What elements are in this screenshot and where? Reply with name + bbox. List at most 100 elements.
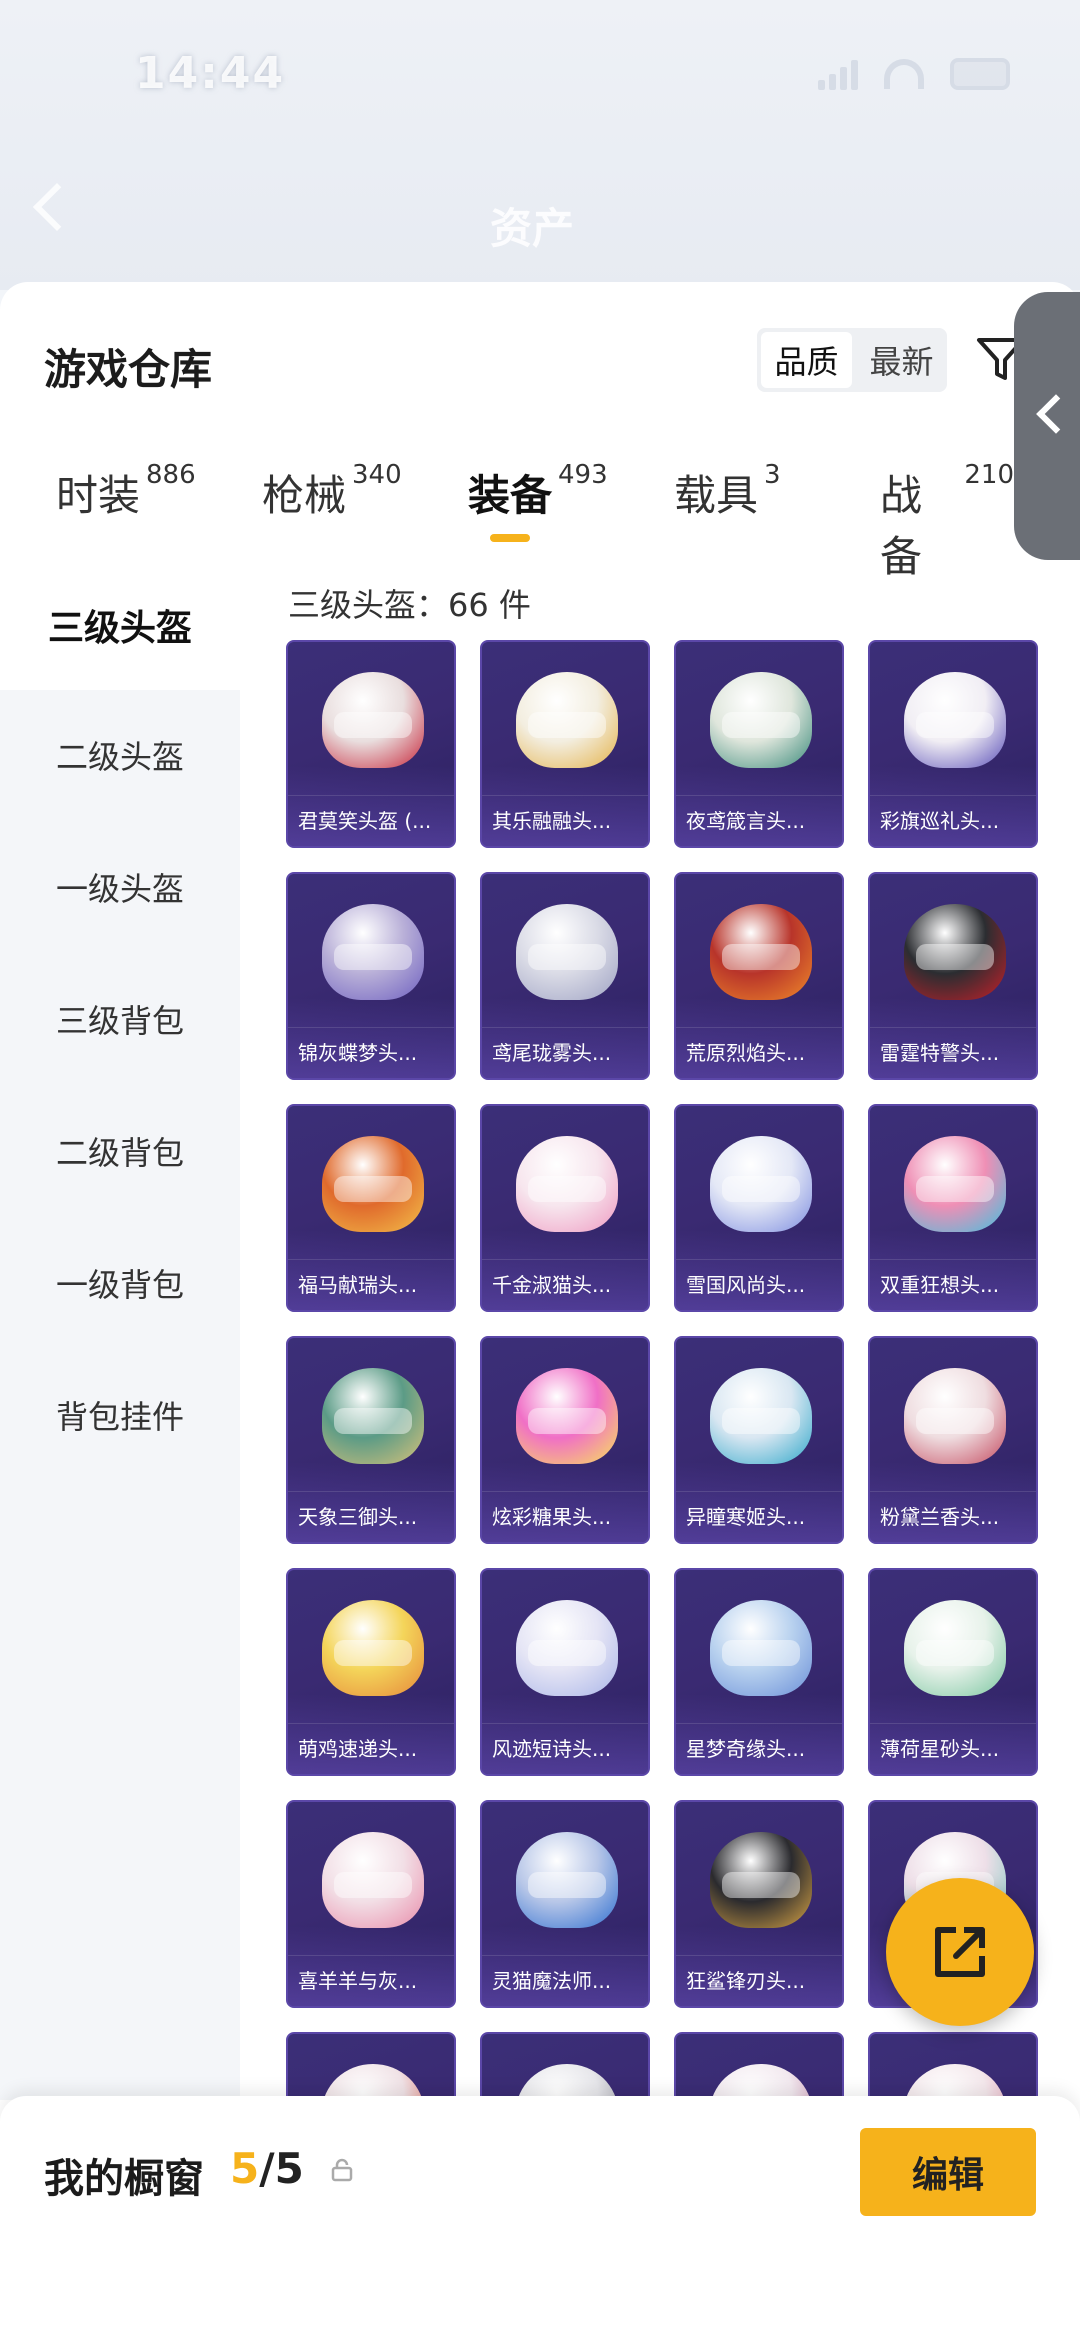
- card-divider: [676, 1723, 842, 1724]
- tab-fashion[interactable]: 时装 886: [56, 460, 196, 523]
- card-divider: [676, 795, 842, 796]
- wifi-icon: [884, 59, 924, 89]
- item-card[interactable]: 千金淑猫头...: [480, 1104, 650, 1312]
- helmet-image: [904, 2064, 1006, 2100]
- item-card[interactable]: 薄荷星砂头...: [868, 1568, 1038, 1776]
- item-name: 锦灰蝶梦头...: [298, 1041, 418, 1065]
- tab-guns[interactable]: 枪械 340: [262, 460, 402, 523]
- item-card[interactable]: 异瞳寒姬头...: [674, 1336, 844, 1544]
- helmet-visor: [528, 944, 606, 970]
- sidebar-item-backpack-charm[interactable]: 背包挂件: [0, 1350, 240, 1480]
- item-name: 星梦奇缘头...: [686, 1737, 806, 1761]
- sidebar-item-level1-backpack[interactable]: 一级背包: [0, 1218, 240, 1348]
- showcase-bar: 我的橱窗 5/5 编辑: [0, 2096, 1080, 2341]
- tab-equipment[interactable]: 装备 493: [468, 460, 608, 523]
- item-name: 天象三御头...: [298, 1505, 418, 1529]
- item-card[interactable]: 星梦奇缘头...: [674, 1568, 844, 1776]
- item-card[interactable]: 君莫笑头盔 (...: [286, 640, 456, 848]
- item-grid: 君莫笑头盔 (... 其乐融融头... 夜鸢箴言头... 彩旗巡礼头... 锦灰蝶梦头.…: [286, 640, 1046, 2100]
- helmet-visor: [528, 1872, 606, 1898]
- sidebar-item-level2-backpack[interactable]: 二级背包: [0, 1086, 240, 1216]
- helmet-image: [516, 2064, 618, 2100]
- item-card[interactable]: 喜羊羊与灰...: [286, 1800, 456, 2008]
- tab-label: 装备: [468, 471, 553, 520]
- card-divider: [870, 795, 1036, 796]
- item-card[interactable]: [674, 2032, 844, 2100]
- item-card[interactable]: 风迹短诗头...: [480, 1568, 650, 1776]
- card-divider: [288, 1955, 454, 1956]
- item-card[interactable]: 天象三御头...: [286, 1336, 456, 1544]
- card-divider: [482, 1491, 648, 1492]
- card-divider: [676, 1027, 842, 1028]
- category-sidebar: 三级头盔 二级头盔 一级头盔 三级背包 二级背包 一级背包 背包挂件: [0, 560, 240, 2100]
- tab-battle-gear[interactable]: 战备 210: [880, 460, 1014, 584]
- chevron-left-icon: [1036, 394, 1076, 434]
- edit-button[interactable]: 编辑: [860, 2128, 1036, 2216]
- sidebar-item-level2-helmet[interactable]: 二级头盔: [0, 690, 240, 820]
- helmet-visor: [722, 1176, 800, 1202]
- tab-count: 493: [558, 460, 608, 490]
- item-card[interactable]: 锦灰蝶梦头...: [286, 872, 456, 1080]
- sort-option-quality[interactable]: 品质: [761, 332, 852, 388]
- sidebar-item-level3-backpack[interactable]: 三级背包: [0, 954, 240, 1084]
- helmet-visor: [334, 1408, 412, 1434]
- header-backdrop: 14:44 资产: [0, 0, 1080, 290]
- item-card[interactable]: 狂鲨锋刃头...: [674, 1800, 844, 2008]
- side-drawer-handle[interactable]: [1014, 292, 1080, 560]
- sidebar-item-level3-helmet[interactable]: 三级头盔: [0, 560, 240, 690]
- card-divider: [288, 795, 454, 796]
- helmet-visor: [916, 1640, 994, 1666]
- helmet-visor: [334, 712, 412, 738]
- helmet-visor: [334, 1176, 412, 1202]
- item-name: 喜羊羊与灰...: [298, 1969, 418, 1993]
- item-name: 夜鸢箴言头...: [686, 809, 806, 833]
- helmet-visor: [334, 1640, 412, 1666]
- card-divider: [288, 1027, 454, 1028]
- item-name: 双重狂想头...: [880, 1273, 1000, 1297]
- item-card[interactable]: 夜鸢箴言头...: [674, 640, 844, 848]
- helmet-visor: [916, 1176, 994, 1202]
- item-card[interactable]: 其乐融融头...: [480, 640, 650, 848]
- card-divider: [482, 1723, 648, 1724]
- item-card[interactable]: 鸢尾珑雾头...: [480, 872, 650, 1080]
- helmet-visor: [528, 1176, 606, 1202]
- sidebar-item-level1-helmet[interactable]: 一级头盔: [0, 822, 240, 952]
- item-card[interactable]: 灵猫魔法师...: [480, 1800, 650, 2008]
- card-divider: [870, 1259, 1036, 1260]
- item-card[interactable]: [480, 2032, 650, 2100]
- showcase-used: 5: [230, 2144, 260, 2193]
- tab-vehicles[interactable]: 载具 3: [674, 460, 781, 523]
- status-icons: [818, 58, 1010, 90]
- item-card[interactable]: 彩旗巡礼头...: [868, 640, 1038, 848]
- item-card[interactable]: 荒原烈焰头...: [674, 872, 844, 1080]
- item-card[interactable]: 炫彩糖果头...: [480, 1336, 650, 1544]
- item-name: 异瞳寒姬头...: [686, 1505, 806, 1529]
- item-name: 鸢尾珑雾头...: [492, 1041, 612, 1065]
- helmet-visor: [722, 1640, 800, 1666]
- share-button[interactable]: [886, 1878, 1034, 2026]
- item-card[interactable]: [868, 2032, 1038, 2100]
- sort-option-newest[interactable]: 最新: [856, 328, 947, 392]
- card-divider: [870, 1027, 1036, 1028]
- item-name: 其乐融融头...: [492, 809, 612, 833]
- item-card[interactable]: 福马献瑞头...: [286, 1104, 456, 1312]
- back-arrow-icon[interactable]: [32, 182, 82, 232]
- item-name: 君莫笑头盔 (...: [298, 809, 432, 833]
- item-card[interactable]: 雪国风尚头...: [674, 1104, 844, 1312]
- item-card[interactable]: 萌鸡速递头...: [286, 1568, 456, 1776]
- helmet-visor: [722, 1408, 800, 1434]
- item-card[interactable]: 雷霆特警头...: [868, 872, 1038, 1080]
- item-name: 薄荷星砂头...: [880, 1737, 1000, 1761]
- item-name: 雪国风尚头...: [686, 1273, 806, 1297]
- item-card[interactable]: 粉黛兰香头...: [868, 1336, 1038, 1544]
- item-card[interactable]: 双重狂想头...: [868, 1104, 1038, 1312]
- item-card[interactable]: [286, 2032, 456, 2100]
- signal-icon: [818, 58, 858, 90]
- item-name: 福马献瑞头...: [298, 1273, 418, 1297]
- sheet-title: 游戏仓库: [44, 345, 213, 394]
- tab-label: 载具: [674, 471, 759, 520]
- tab-count: 3: [764, 460, 781, 490]
- card-divider: [482, 1259, 648, 1260]
- helmet-visor: [334, 944, 412, 970]
- item-name: 萌鸡速递头...: [298, 1737, 418, 1761]
